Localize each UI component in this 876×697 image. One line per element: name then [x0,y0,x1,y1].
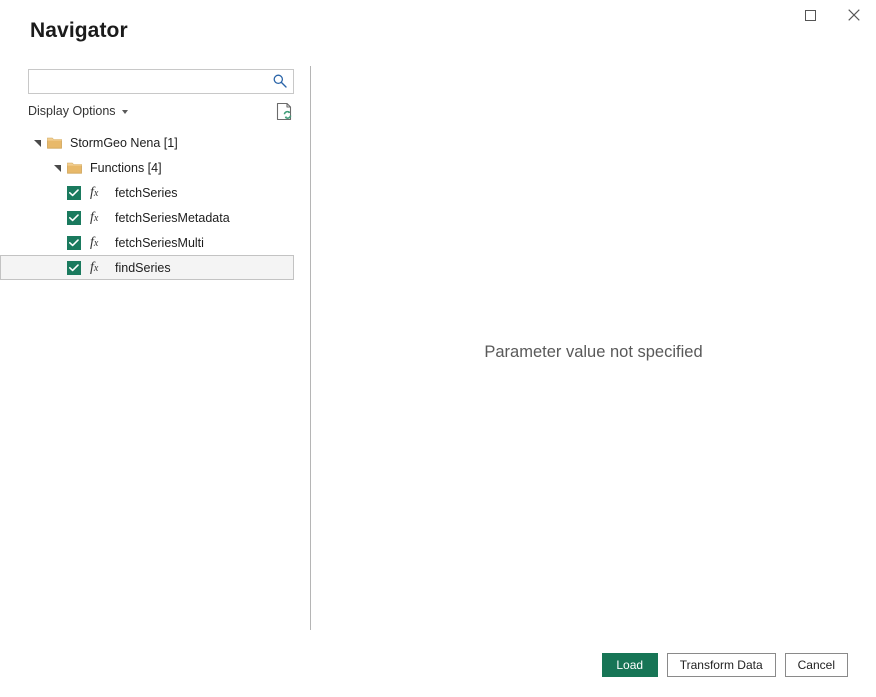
folder-icon [47,137,62,149]
chevron-down-icon [121,110,128,114]
tree-item-label: fetchSeriesMulti [115,235,204,250]
check-icon [69,238,79,246]
preview-message: Parameter value not specified [484,343,703,361]
tree-item-label: StormGeo Nena [1] [70,135,178,150]
page-title: Navigator [30,19,128,42]
function-fx-icon: fx [90,184,99,200]
tree-item-checkbox[interactable] [67,260,81,275]
display-options-row: Display Options [28,102,294,122]
expander-collapse-icon[interactable] [53,163,63,173]
transform-data-button[interactable]: Transform Data [666,653,776,677]
tree-item-checkbox[interactable] [67,185,81,200]
tree-item-label: fetchSeriesMetadata [115,210,230,225]
tree-item-label: findSeries [115,260,171,275]
search-row [28,69,294,94]
function-fx-icon: fx [90,234,99,250]
dialog-footer: Load Transform Data Cancel [0,633,876,697]
folder-icon [67,162,82,174]
tree-item-checkbox[interactable] [67,210,81,225]
tree-item-fetchseriesmulti[interactable]: fx fetchSeriesMulti [0,230,294,255]
maximize-icon [804,9,816,21]
navigator-left-pane: Display Options StormGeo Nena [1] Functi… [0,60,310,632]
tree-item-functions[interactable]: Functions [4] [0,155,294,180]
tree-item-label: Functions [4] [90,160,162,175]
check-icon [69,263,79,271]
close-icon [848,9,860,21]
tree-item-fetchseriesmetadata[interactable]: fx fetchSeriesMetadata [0,205,294,230]
display-options-dropdown[interactable]: Display Options [28,104,128,118]
navigator-dialog: Navigator Display Options StormGeo Nena … [0,0,876,697]
navigator-tree: StormGeo Nena [1] Functions [4] fx fetch… [0,130,310,280]
refresh-document-icon[interactable] [276,102,294,121]
footer-buttons: Load Transform Data Cancel [601,653,848,677]
tree-item-checkbox[interactable] [67,235,81,250]
navigator-preview-pane: Parameter value not specified [311,60,876,632]
search-input[interactable] [28,69,294,94]
tree-item-findseries[interactable]: fx findSeries [0,255,294,280]
tree-item-fetchseries[interactable]: fx fetchSeries [0,180,294,205]
check-icon [69,188,79,196]
check-icon [69,213,79,221]
display-options-label: Display Options [28,104,116,118]
function-fx-icon: fx [90,209,99,225]
function-fx-icon: fx [90,259,99,275]
cancel-button[interactable]: Cancel [784,653,848,677]
load-button[interactable]: Load [601,653,658,677]
window-controls [788,0,876,30]
maximize-button[interactable] [788,0,832,30]
tree-item-stormgeo-nena[interactable]: StormGeo Nena [1] [0,130,294,155]
tree-item-label: fetchSeries [115,185,178,200]
expander-collapse-icon[interactable] [33,138,43,148]
close-button[interactable] [832,0,876,30]
